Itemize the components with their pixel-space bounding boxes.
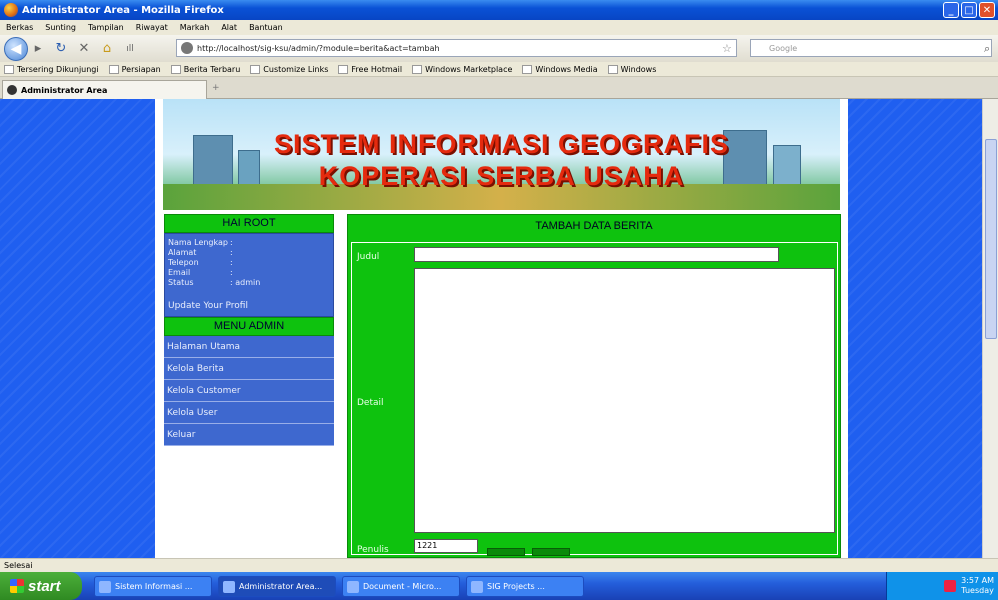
clock: 3:57 AM Tuesday — [961, 576, 994, 595]
reload-icon[interactable]: ↻ — [51, 39, 71, 59]
bookmark-rss-icon — [170, 64, 181, 74]
news-form: Judul Detail Penulis 1221 — [351, 242, 838, 556]
home-icon[interactable]: ⌂ — [97, 39, 117, 59]
menu-bar: Berkas Sunting Tampilan Riwayat Markah A… — [0, 20, 998, 35]
penulis-label: Penulis — [357, 545, 389, 555]
left-sidebar: HAI ROOT Nama Lengkap: Alamat: Telepon: … — [164, 214, 334, 446]
tab-strip: Administrator Area + — [0, 77, 998, 99]
maximize-icon[interactable]: □ — [961, 2, 977, 18]
bookmarks-toolbar: Tersering Dikunjungi Persiapan Berita Te… — [0, 62, 998, 77]
menu-item-logout[interactable]: Keluar — [164, 424, 334, 446]
search-input[interactable]: Google — [750, 39, 992, 57]
update-profile-link[interactable]: Update Your Profil — [168, 300, 330, 312]
signal-icon: ıll — [126, 43, 134, 54]
menu-help[interactable]: Bantuan — [249, 23, 283, 32]
windows-logo-icon — [10, 579, 24, 593]
scroll-thumb[interactable] — [985, 139, 997, 339]
windows-taskbar: start Sistem Informasi ... Administrator… — [0, 572, 998, 600]
banner-title-line1: SISTEM INFORMASI GEOGRAFIS — [273, 129, 730, 159]
favicon-icon — [7, 85, 17, 95]
bookmark-item[interactable]: Tersering Dikunjungi — [4, 64, 99, 74]
penulis-input[interactable]: 1221 — [414, 539, 478, 553]
menu-view[interactable]: Tampilan — [88, 23, 124, 32]
bookmark-item[interactable]: Berita Terbaru — [170, 64, 240, 74]
bookmark-item[interactable]: Persiapan — [108, 64, 161, 74]
menu-edit[interactable]: Sunting — [45, 23, 76, 32]
bookmark-item[interactable]: Windows Marketplace — [412, 64, 512, 74]
tab-label: Administrator Area — [21, 85, 108, 95]
firefox-icon — [4, 3, 18, 17]
close-icon[interactable]: ✕ — [979, 2, 995, 18]
taskbar-item-active[interactable]: Administrator Area... — [218, 576, 336, 597]
search-placeholder: Google — [769, 43, 798, 53]
back-icon[interactable]: ◀ — [4, 36, 28, 61]
system-tray: 3:57 AM Tuesday — [886, 572, 998, 600]
menu-item-user[interactable]: Kelola User — [164, 402, 334, 424]
search-icon[interactable]: ⌕ — [984, 42, 990, 56]
profile-row: Status: admin — [168, 278, 261, 287]
tray-icon[interactable] — [944, 580, 957, 592]
menu-tools[interactable]: Alat — [221, 23, 237, 32]
bookmark-item[interactable]: Windows Media — [522, 64, 598, 74]
bookmark-item[interactable]: Free Hotmail — [338, 64, 402, 74]
tab-administrator-area[interactable]: Administrator Area — [2, 80, 207, 99]
header-banner: SISTEM INFORMASI GEOGRAFIS KOPERASI SERB… — [163, 99, 840, 210]
news-form-panel: TAMBAH DATA BERITA Judul Detail Penulis … — [347, 214, 841, 558]
url-input[interactable]: http://localhost/sig-ksu/admin/?module=b… — [176, 39, 737, 57]
menu-history[interactable]: Riwayat — [136, 23, 168, 32]
window-titlebar: Administrator Area - Mozilla Firefox _ □… — [0, 0, 998, 20]
banner-title-line2: KOPERASI SERBA USAHA — [318, 161, 685, 191]
minimize-icon[interactable]: _ — [943, 2, 959, 18]
judul-label: Judul — [357, 252, 380, 262]
taskbar-item[interactable]: Document - Micro... — [342, 576, 460, 597]
profile-box: Nama Lengkap: Alamat: Telepon: Email: St… — [164, 233, 334, 317]
menu-file[interactable]: Berkas — [6, 23, 33, 32]
bookmark-item[interactable]: Windows — [607, 64, 656, 74]
bookmark-page-icon — [607, 64, 618, 74]
menu-bookmarks[interactable]: Markah — [180, 23, 210, 32]
submit-button[interactable] — [487, 548, 525, 556]
profile-row: Telepon: — [168, 258, 233, 267]
page-viewport: SISTEM INFORMASI GEOGRAFIS KOPERASI SERB… — [0, 99, 998, 558]
reset-button[interactable] — [532, 548, 570, 556]
bookmark-star-icon[interactable]: ☆ — [722, 42, 732, 55]
bookmark-page-icon — [412, 64, 423, 74]
folder-icon — [471, 580, 483, 593]
start-button[interactable]: start — [0, 572, 82, 600]
bookmark-page-icon — [108, 64, 119, 74]
menu-item-home[interactable]: Halaman Utama — [164, 336, 334, 358]
firefox-icon — [223, 580, 235, 593]
word-document-icon — [347, 580, 359, 593]
form-title: TAMBAH DATA BERITA — [535, 220, 653, 232]
page-scrollbar[interactable] — [982, 99, 998, 558]
menu-item-customer[interactable]: Kelola Customer — [164, 380, 334, 402]
firefox-icon — [99, 580, 111, 593]
url-text: http://localhost/sig-ksu/admin/?module=b… — [197, 43, 440, 53]
menu-admin-header: MENU ADMIN — [164, 317, 334, 336]
bookmark-page-icon — [250, 64, 261, 74]
menu-item-news[interactable]: Kelola Berita — [164, 358, 334, 380]
detail-label: Detail — [357, 398, 384, 408]
bookmark-page-icon — [522, 64, 533, 74]
window-controls: _ □ ✕ — [943, 2, 995, 18]
bookmark-item[interactable]: Customize Links — [250, 64, 328, 74]
new-tab-icon[interactable]: + — [212, 83, 220, 93]
stop-icon[interactable]: ✕ — [74, 39, 94, 59]
detail-textarea[interactable] — [414, 268, 835, 533]
judul-input[interactable] — [414, 247, 779, 262]
site-identity-icon[interactable] — [181, 42, 193, 54]
status-bar: Selesai — [0, 558, 998, 572]
bookmark-folder-icon — [4, 64, 14, 74]
greeting-header: HAI ROOT — [164, 214, 334, 233]
profile-row: Nama Lengkap: — [168, 238, 233, 247]
bookmark-page-icon — [338, 64, 349, 74]
taskbar-item[interactable]: SIG Projects ... — [466, 576, 584, 597]
navigation-toolbar: ◀ ▸ ↻ ✕ ⌂ ıll http://localhost/sig-ksu/a… — [0, 35, 998, 62]
taskbar-item[interactable]: Sistem Informasi ... — [94, 576, 212, 597]
profile-row: Email: — [168, 268, 233, 277]
profile-row: Alamat: — [168, 248, 233, 257]
window-title: Administrator Area - Mozilla Firefox — [22, 4, 224, 16]
forward-icon[interactable]: ▸ — [28, 39, 48, 59]
page-container: SISTEM INFORMASI GEOGRAFIS KOPERASI SERB… — [155, 99, 848, 558]
